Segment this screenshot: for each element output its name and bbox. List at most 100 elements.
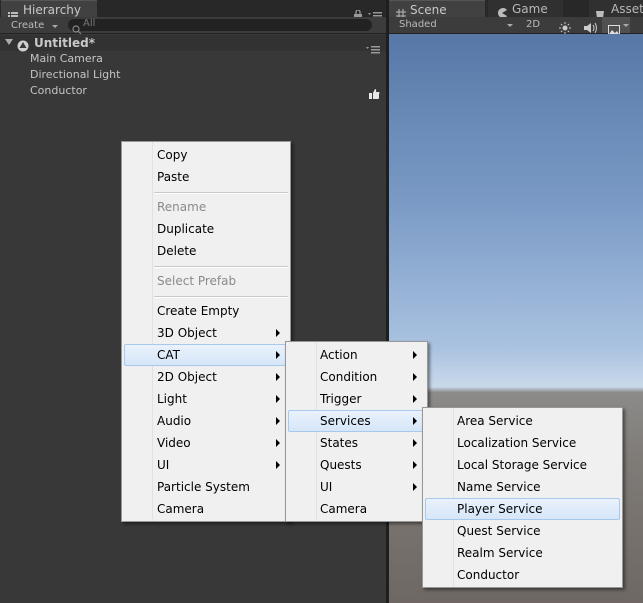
tab-scene[interactable]: Scene [389, 0, 485, 19]
menu-item-label: Camera [320, 502, 368, 516]
submenu-arrow-icon [413, 483, 417, 491]
menu-item-name-service[interactable]: Name Service [425, 476, 620, 498]
menu-item-area-service[interactable]: Area Service [425, 410, 620, 432]
menu-item-ui[interactable]: UI [124, 454, 288, 476]
expand-arrow-icon[interactable] [5, 39, 13, 45]
submenu-arrow-icon [413, 439, 417, 447]
menu-item-label: Services [320, 414, 371, 428]
search-input[interactable]: All [68, 18, 372, 35]
menu-item-label: Video [157, 436, 191, 450]
menu-item-label: Camera [157, 502, 205, 516]
2d-toggle[interactable]: 2D [526, 19, 540, 30]
menu-item-duplicate[interactable]: Duplicate [124, 218, 288, 240]
menu-item-rename: Rename [124, 196, 288, 218]
tab-game[interactable]: Game [488, 0, 563, 18]
menu-item-label: Player Service [457, 502, 543, 516]
submenu-arrow-icon [276, 395, 280, 403]
shading-mode-dropdown[interactable]: Shaded [399, 19, 437, 30]
menu-item-2d-object[interactable]: 2D Object [124, 366, 288, 388]
menu-item-video[interactable]: Video [124, 432, 288, 454]
dropdown-arrow-icon [623, 24, 629, 27]
dropdown-arrow-icon [507, 24, 513, 27]
tab-asset-label: Asset [611, 2, 643, 16]
submenu-arrow-icon [276, 373, 280, 381]
menu-item-label: Particle System [157, 480, 250, 494]
menu-item-action[interactable]: Action [288, 344, 425, 366]
menu-item-audio[interactable]: Audio [124, 410, 288, 432]
menu-item-label: Delete [157, 244, 197, 258]
menu-item-label: Area Service [457, 414, 533, 428]
menu-item-local-storage-service[interactable]: Local Storage Service [425, 454, 620, 476]
scene-menu-icon[interactable] [366, 39, 380, 58]
hierarchy-item[interactable]: Conductor [30, 84, 87, 97]
menu-item-localization-service[interactable]: Localization Service [425, 432, 620, 454]
tab-scene-label: Scene [410, 3, 447, 17]
menu-item-label: Quests [320, 458, 362, 472]
menu-item-delete[interactable]: Delete [124, 240, 288, 262]
scene-toolbar: Shaded 2D [389, 17, 643, 35]
menu-item-label: Condition [320, 370, 378, 384]
submenu-arrow-icon [276, 461, 280, 469]
submenu-arrow-icon [276, 351, 280, 359]
menu-item-create-empty[interactable]: Create Empty [124, 300, 288, 322]
menu-item-label: Name Service [457, 480, 541, 494]
menu-item-label: 3D Object [157, 326, 217, 340]
menu-item-label: Localization Service [457, 436, 577, 450]
menu-item-label: Realm Service [457, 546, 543, 560]
menu-item-paste[interactable]: Paste [124, 166, 288, 188]
effects-dropdown[interactable] [602, 17, 630, 35]
menu-item-label: Conductor [457, 568, 520, 582]
menu-item-select-prefab: Select Prefab [124, 270, 288, 292]
menu-item-label: Rename [157, 200, 207, 214]
hierarchy-tab[interactable]: Hierarchy [1, 0, 97, 20]
context-menu: Copy Paste Rename Duplicate Delete Selec… [121, 141, 291, 522]
submenu-arrow-icon [276, 439, 280, 447]
menu-item-label: Select Prefab [157, 274, 237, 288]
menu-item-label: Trigger [320, 392, 362, 406]
submenu-arrow-icon [276, 417, 280, 425]
menu-item-quest-service[interactable]: Quest Service [425, 520, 620, 542]
services-submenu: Area Service Localization Service Local … [422, 407, 623, 588]
menu-item-label: Quest Service [457, 524, 541, 538]
tab-game-label: Game [512, 2, 548, 16]
menu-item-label: CAT [157, 348, 180, 362]
menu-item-light[interactable]: Light [124, 388, 288, 410]
menu-item-label: Copy [157, 148, 188, 162]
menu-item-trigger[interactable]: Trigger [288, 388, 425, 410]
submenu-arrow-icon [413, 351, 417, 359]
hierarchy-tab-label: Hierarchy [23, 3, 82, 17]
menu-item-copy[interactable]: Copy [124, 144, 288, 166]
menu-separator [154, 266, 288, 268]
menu-item-states[interactable]: States [288, 432, 425, 454]
scene-header-row[interactable]: Untitled* [0, 35, 387, 54]
unity-scene-icon [17, 37, 29, 56]
cat-submenu: Action Condition Trigger Services States… [285, 341, 428, 522]
menu-item-ui[interactable]: UI [288, 476, 425, 498]
menu-item-label: Local Storage Service [457, 458, 588, 472]
prefab-hand-icon[interactable] [369, 84, 380, 103]
submenu-arrow-icon [413, 417, 417, 425]
menu-item-camera[interactable]: Camera [124, 498, 288, 520]
hierarchy-item[interactable]: Directional Light [30, 68, 120, 81]
menu-item-realm-service[interactable]: Realm Service [425, 542, 620, 564]
scene-name: Untitled* [34, 36, 95, 50]
menu-item-label: States [320, 436, 359, 450]
menu-item-cat[interactable]: CAT [124, 344, 288, 366]
submenu-arrow-icon [413, 395, 417, 403]
menu-item-particle-system[interactable]: Particle System [124, 476, 288, 498]
scene-tab-bar: Scene Game Asset [389, 0, 643, 19]
menu-item-player-service[interactable]: Player Service [425, 498, 620, 520]
menu-item-label: Audio [157, 414, 192, 428]
tab-asset-store[interactable]: Asset [589, 0, 643, 17]
menu-item-conductor[interactable]: Conductor [425, 564, 620, 586]
menu-item-3d-object[interactable]: 3D Object [124, 322, 288, 344]
menu-item-services[interactable]: Services [288, 410, 425, 432]
menu-item-label: Create Empty [157, 304, 240, 318]
menu-item-camera[interactable]: Camera [288, 498, 425, 520]
menu-item-quests[interactable]: Quests [288, 454, 425, 476]
menu-item-label: Light [157, 392, 187, 406]
hierarchy-item[interactable]: Main Camera [30, 52, 103, 65]
list-icon [8, 5, 18, 20]
menu-item-condition[interactable]: Condition [288, 366, 425, 388]
menu-item-label: Duplicate [157, 222, 215, 236]
